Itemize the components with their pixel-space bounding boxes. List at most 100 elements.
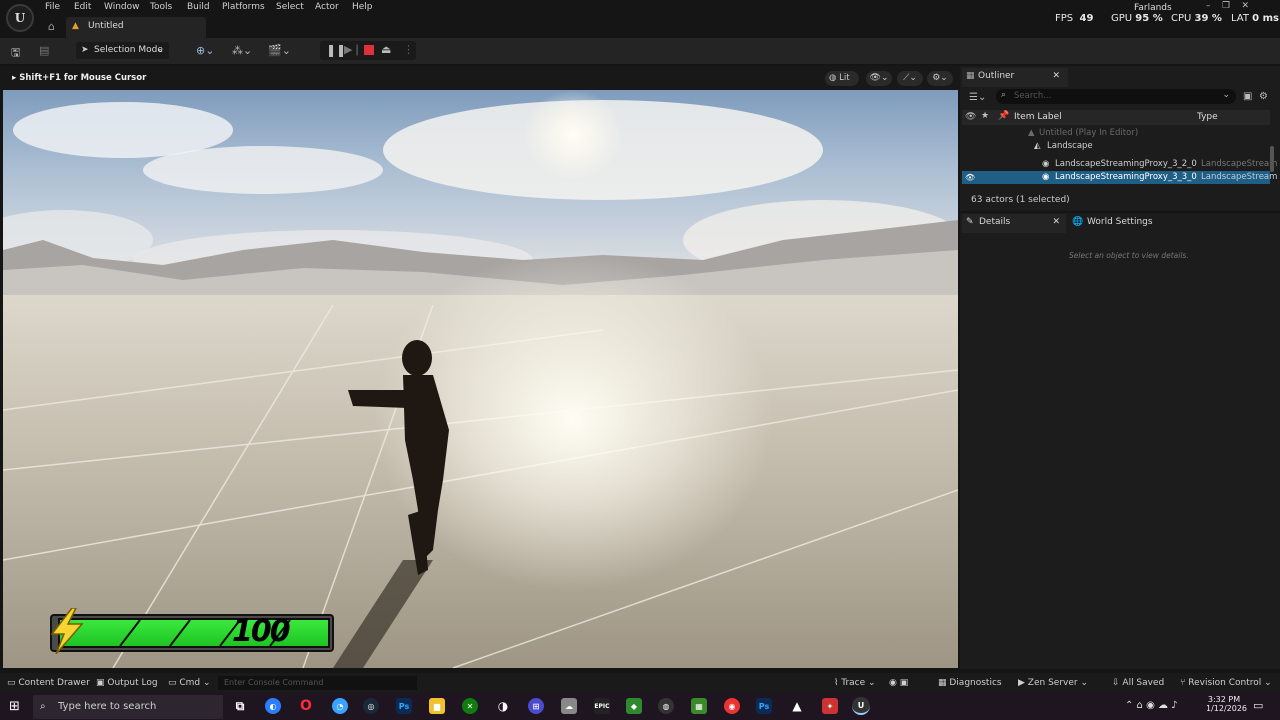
zen-server-button[interactable]: ▶ Zen Server ⌄ — [1018, 678, 1088, 688]
taskbar-search[interactable]: ⌕ Type here to search — [33, 695, 223, 719]
xbox-icon[interactable]: ✕ — [462, 698, 478, 714]
tab-world-settings[interactable]: 🌐 World Settings — [1068, 214, 1178, 233]
tab-untitled[interactable]: ▲ Untitled — [66, 17, 206, 38]
add-actor-icon[interactable]: ⊕⌄ — [196, 44, 214, 57]
photoshop-icon-2[interactable]: Ps — [756, 698, 772, 714]
folder-add-icon[interactable]: ▣ — [1243, 91, 1252, 102]
outliner-row[interactable]: ▲ Untitled (Play In Editor) — [962, 127, 1270, 140]
nvidia-icon[interactable]: ◆ — [626, 698, 642, 714]
clock-time: 3:32 PM — [1207, 695, 1241, 704]
search-placeholder: Search... — [1014, 91, 1052, 101]
eye-icon: 👁 — [965, 112, 977, 122]
actor-icon: ◉ — [1042, 159, 1050, 169]
menu-build[interactable]: Build — [187, 2, 210, 14]
minecraft-icon[interactable]: ▦ — [691, 698, 707, 714]
world-settings-label: World Settings — [1087, 217, 1153, 227]
settings-gear-icon[interactable]: ⚙⌄ — [927, 71, 953, 86]
diagnostics-button[interactable]: ▦ Diagnostics — [938, 678, 1002, 688]
notification-icon[interactable]: ▭ — [1253, 699, 1263, 712]
menu-edit[interactable]: Edit — [74, 2, 91, 14]
eye-icon[interactable]: 👁 — [965, 171, 975, 184]
app-icon-2[interactable]: ☁ — [561, 698, 577, 714]
close-icon[interactable]: ✕ — [1052, 217, 1060, 227]
app-icon-4[interactable]: ▲ — [789, 698, 805, 714]
main-toolbar — [0, 38, 1280, 64]
output-log-button[interactable]: ▣ Output Log — [96, 678, 158, 688]
system-tray-icons[interactable]: ⌃ ⌂ ◉ ☁ ♪ — [1125, 700, 1178, 711]
cursor-icon: ➤ — [81, 45, 89, 55]
home-icon[interactable]: ⌂ — [48, 20, 55, 33]
col-item-label[interactable]: Item Label — [1014, 112, 1062, 122]
outliner-settings-icon[interactable]: ⚙ — [1259, 91, 1268, 102]
level-icon: ▲ — [1028, 128, 1035, 138]
console-input[interactable]: Enter Console Command — [218, 676, 417, 690]
opera-icon[interactable]: O — [298, 698, 314, 714]
menu-tools[interactable]: Tools — [150, 2, 172, 14]
menu-select[interactable]: Select — [276, 2, 304, 14]
unreal-logo-icon[interactable]: U — [6, 4, 34, 32]
eject-icon[interactable]: ⏏ — [381, 43, 391, 56]
outliner-scrollbar[interactable] — [1270, 146, 1274, 172]
project-name: Farlands — [1134, 3, 1172, 13]
actor-count: 63 actors (1 selected) — [971, 195, 1070, 205]
outliner-search[interactable]: ⌕ Search... ⌄ — [996, 89, 1236, 104]
save-icon[interactable]: 🖫 — [11, 44, 20, 63]
file-explorer-icon[interactable]: ▆ — [429, 698, 445, 714]
taskbar-search-placeholder: Type here to search — [58, 701, 157, 712]
unreal-taskbar-icon[interactable]: U — [852, 697, 870, 715]
all-saved-button[interactable]: ⇩ All Saved — [1112, 678, 1164, 688]
chrome-icon[interactable]: ◉ — [724, 698, 740, 714]
record-icon[interactable]: ◉ ▣ — [889, 678, 908, 688]
cinematics-icon[interactable]: 🎬⌄ — [268, 44, 291, 57]
close-icon[interactable]: ✕ — [1052, 71, 1060, 81]
selection-mode-dropdown[interactable]: ➤ Selection Mode ⌄ — [76, 42, 169, 59]
transform-button[interactable]: ⟋⌄ — [897, 71, 923, 86]
menu-actor[interactable]: Actor — [315, 2, 339, 14]
game-viewport[interactable] — [3, 90, 958, 668]
content-icon[interactable]: ▤ — [39, 44, 49, 57]
blueprint-icon[interactable]: ⁂⌄ — [232, 44, 252, 57]
skip-icon[interactable]: ▶❘ — [344, 43, 362, 56]
tab-details[interactable]: ✎ Details ✕ — [962, 214, 1066, 233]
search-icon: ⌕ — [1001, 90, 1007, 100]
menu-help[interactable]: Help — [352, 2, 373, 14]
pin-icon: 📌 — [998, 111, 1010, 121]
cmd-dropdown[interactable]: ▭ Cmd ⌄ — [168, 678, 211, 688]
app-icon[interactable]: ⊞ — [528, 698, 544, 714]
gpu-stat: GPU 95 % — [1111, 13, 1163, 24]
task-view-icon[interactable]: ⧉ — [232, 698, 248, 714]
photoshop-icon[interactable]: Ps — [396, 698, 412, 714]
copilot-icon[interactable]: ◐ — [265, 698, 281, 714]
menu-platforms[interactable]: Platforms — [222, 2, 265, 14]
outliner-row[interactable]: ◭ Landscape — [962, 140, 1270, 153]
revision-control-button[interactable]: ⑂ Revision Control ⌄ — [1180, 678, 1272, 688]
epic-games-icon[interactable]: EPIC — [594, 698, 610, 714]
col-type[interactable]: Type — [1197, 112, 1218, 122]
app-icon-5[interactable]: ✦ — [822, 698, 838, 714]
obs-icon[interactable]: ◑ — [495, 698, 511, 714]
steam-icon[interactable]: ◎ — [363, 698, 379, 714]
clock[interactable]: 3:32 PM 1/12/2026 — [1206, 695, 1248, 713]
clock-date: 1/12/2026 — [1206, 704, 1248, 713]
menu-file[interactable]: File — [45, 2, 60, 14]
filter-icon[interactable]: ☰⌄ — [969, 92, 986, 103]
search-icon: ⌕ — [40, 701, 46, 712]
content-drawer-button[interactable]: ▭ Content Drawer — [7, 678, 90, 688]
chevron-down-icon: ⌄ — [156, 45, 164, 55]
level-icon: ▲ — [72, 21, 79, 31]
more-icon[interactable]: ⋮ — [403, 43, 414, 56]
lit-mode-button[interactable]: ◍ Lit — [825, 71, 859, 86]
menu-window[interactable]: Window — [104, 2, 140, 14]
outliner-row-selected[interactable]: 👁 ◉ LandscapeStreamingProxy_3_3_0 Landsc… — [962, 171, 1277, 184]
window-controls[interactable]: – ❐ ✕ — [1206, 1, 1249, 11]
windows-start-icon[interactable]: ⊞ — [9, 699, 20, 714]
pencil-icon: ✎ — [966, 217, 974, 227]
show-flags-button[interactable]: 👁⌄ — [866, 71, 892, 86]
outliner-row[interactable]: ◉ LandscapeStreamingProxy_3_2_0 Landscap… — [962, 158, 1277, 171]
tab-outliner[interactable]: ▦ Outliner ✕ — [962, 68, 1068, 87]
details-empty-text: Select an object to view details. — [1069, 251, 1189, 260]
stop-icon[interactable] — [364, 45, 374, 55]
messenger-icon[interactable]: ◔ — [332, 698, 348, 714]
trace-dropdown[interactable]: ⌇ Trace ⌄ — [834, 678, 876, 688]
app-icon-3[interactable]: ◍ — [658, 698, 674, 714]
